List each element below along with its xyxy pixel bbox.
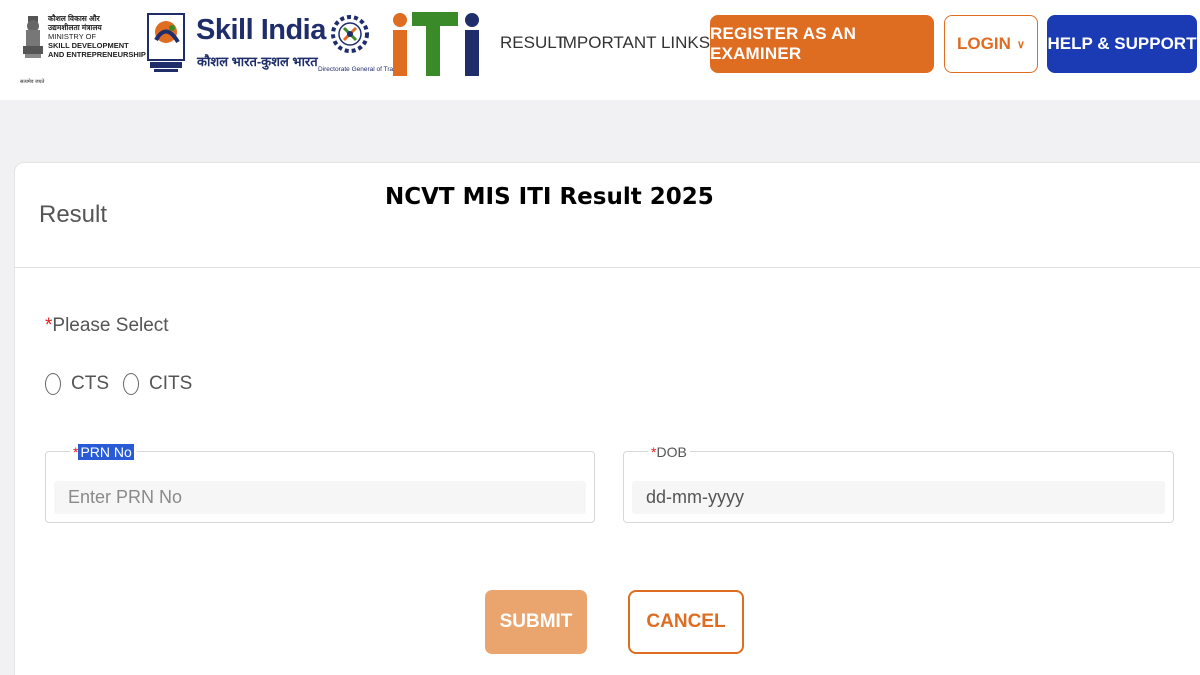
ministry-motto: सत्यमेव जयते [20, 79, 45, 85]
prn-label-text: PRN No [78, 444, 134, 460]
site-header: कौशल विकास और उद्यमशीलता मंत्रालय MINIST… [0, 0, 1200, 100]
dob-field: *DOB [623, 444, 1174, 523]
prn-field: * PRN No [45, 444, 595, 523]
help-support-button[interactable]: HELP & SUPPORT [1047, 15, 1197, 73]
iti-logo-icon [393, 12, 479, 76]
ministry-hindi-line2: उद्यमशीलता मंत्रालय [48, 23, 102, 32]
login-label: LOGIN [957, 34, 1011, 53]
ministry-hindi-line1: कौशल विकास और [48, 14, 100, 23]
radio-cits[interactable] [123, 373, 139, 395]
radio-cts[interactable] [45, 373, 61, 395]
dob-label: *DOB [648, 444, 690, 460]
ministry-text: कौशल विकास और उद्यमशीलता मंत्रालय MINIST… [20, 14, 148, 85]
nav-important-links[interactable]: IMPORTANT LINKS∨ [558, 33, 726, 53]
ministry-en-line2: SKILL DEVELOPMENT [48, 41, 129, 50]
nav-result-link[interactable]: RESULT [500, 33, 566, 53]
cancel-button[interactable]: CANCEL [628, 590, 744, 654]
chevron-down-icon: ∨ [1016, 38, 1025, 51]
ministry-en-line3: AND ENTREPRENEURSHIP [48, 50, 146, 59]
skill-india-subtitle: कौशल भारत-कुशल भारत [197, 54, 318, 69]
ministry-en-line1: MINISTRY OF [48, 32, 97, 41]
result-card: Result NCVT MIS ITI Result 2025 *Please … [14, 162, 1200, 675]
dob-label-text: DOB [656, 444, 687, 460]
course-radio-group: CTS CITS [45, 373, 206, 395]
divider [15, 267, 1200, 268]
please-select-label: *Please Select [45, 315, 169, 337]
login-button[interactable]: LOGIN ∨ [944, 15, 1038, 73]
overlay-heading: NCVT MIS ITI Result 2025 [385, 184, 714, 210]
card-title: Result [39, 201, 108, 228]
register-examiner-button[interactable]: REGISTER AS AN EXAMINER [710, 15, 934, 73]
prn-input[interactable] [54, 481, 586, 514]
dgt-gear-logo-icon [331, 15, 369, 53]
prn-label: * PRN No [70, 444, 137, 460]
dob-input[interactable] [632, 481, 1165, 514]
nav-important-links-label: IMPORTANT LINKS [558, 33, 711, 52]
national-emblem-icon [23, 16, 43, 58]
submit-button[interactable]: SUBMIT [485, 590, 587, 654]
radio-cits-label[interactable]: CITS [149, 373, 192, 395]
radio-cts-label[interactable]: CTS [71, 373, 109, 395]
skill-india-logo-icon [147, 13, 185, 72]
skill-india-title: Skill India [196, 14, 326, 46]
please-select-text: Please Select [52, 315, 169, 336]
